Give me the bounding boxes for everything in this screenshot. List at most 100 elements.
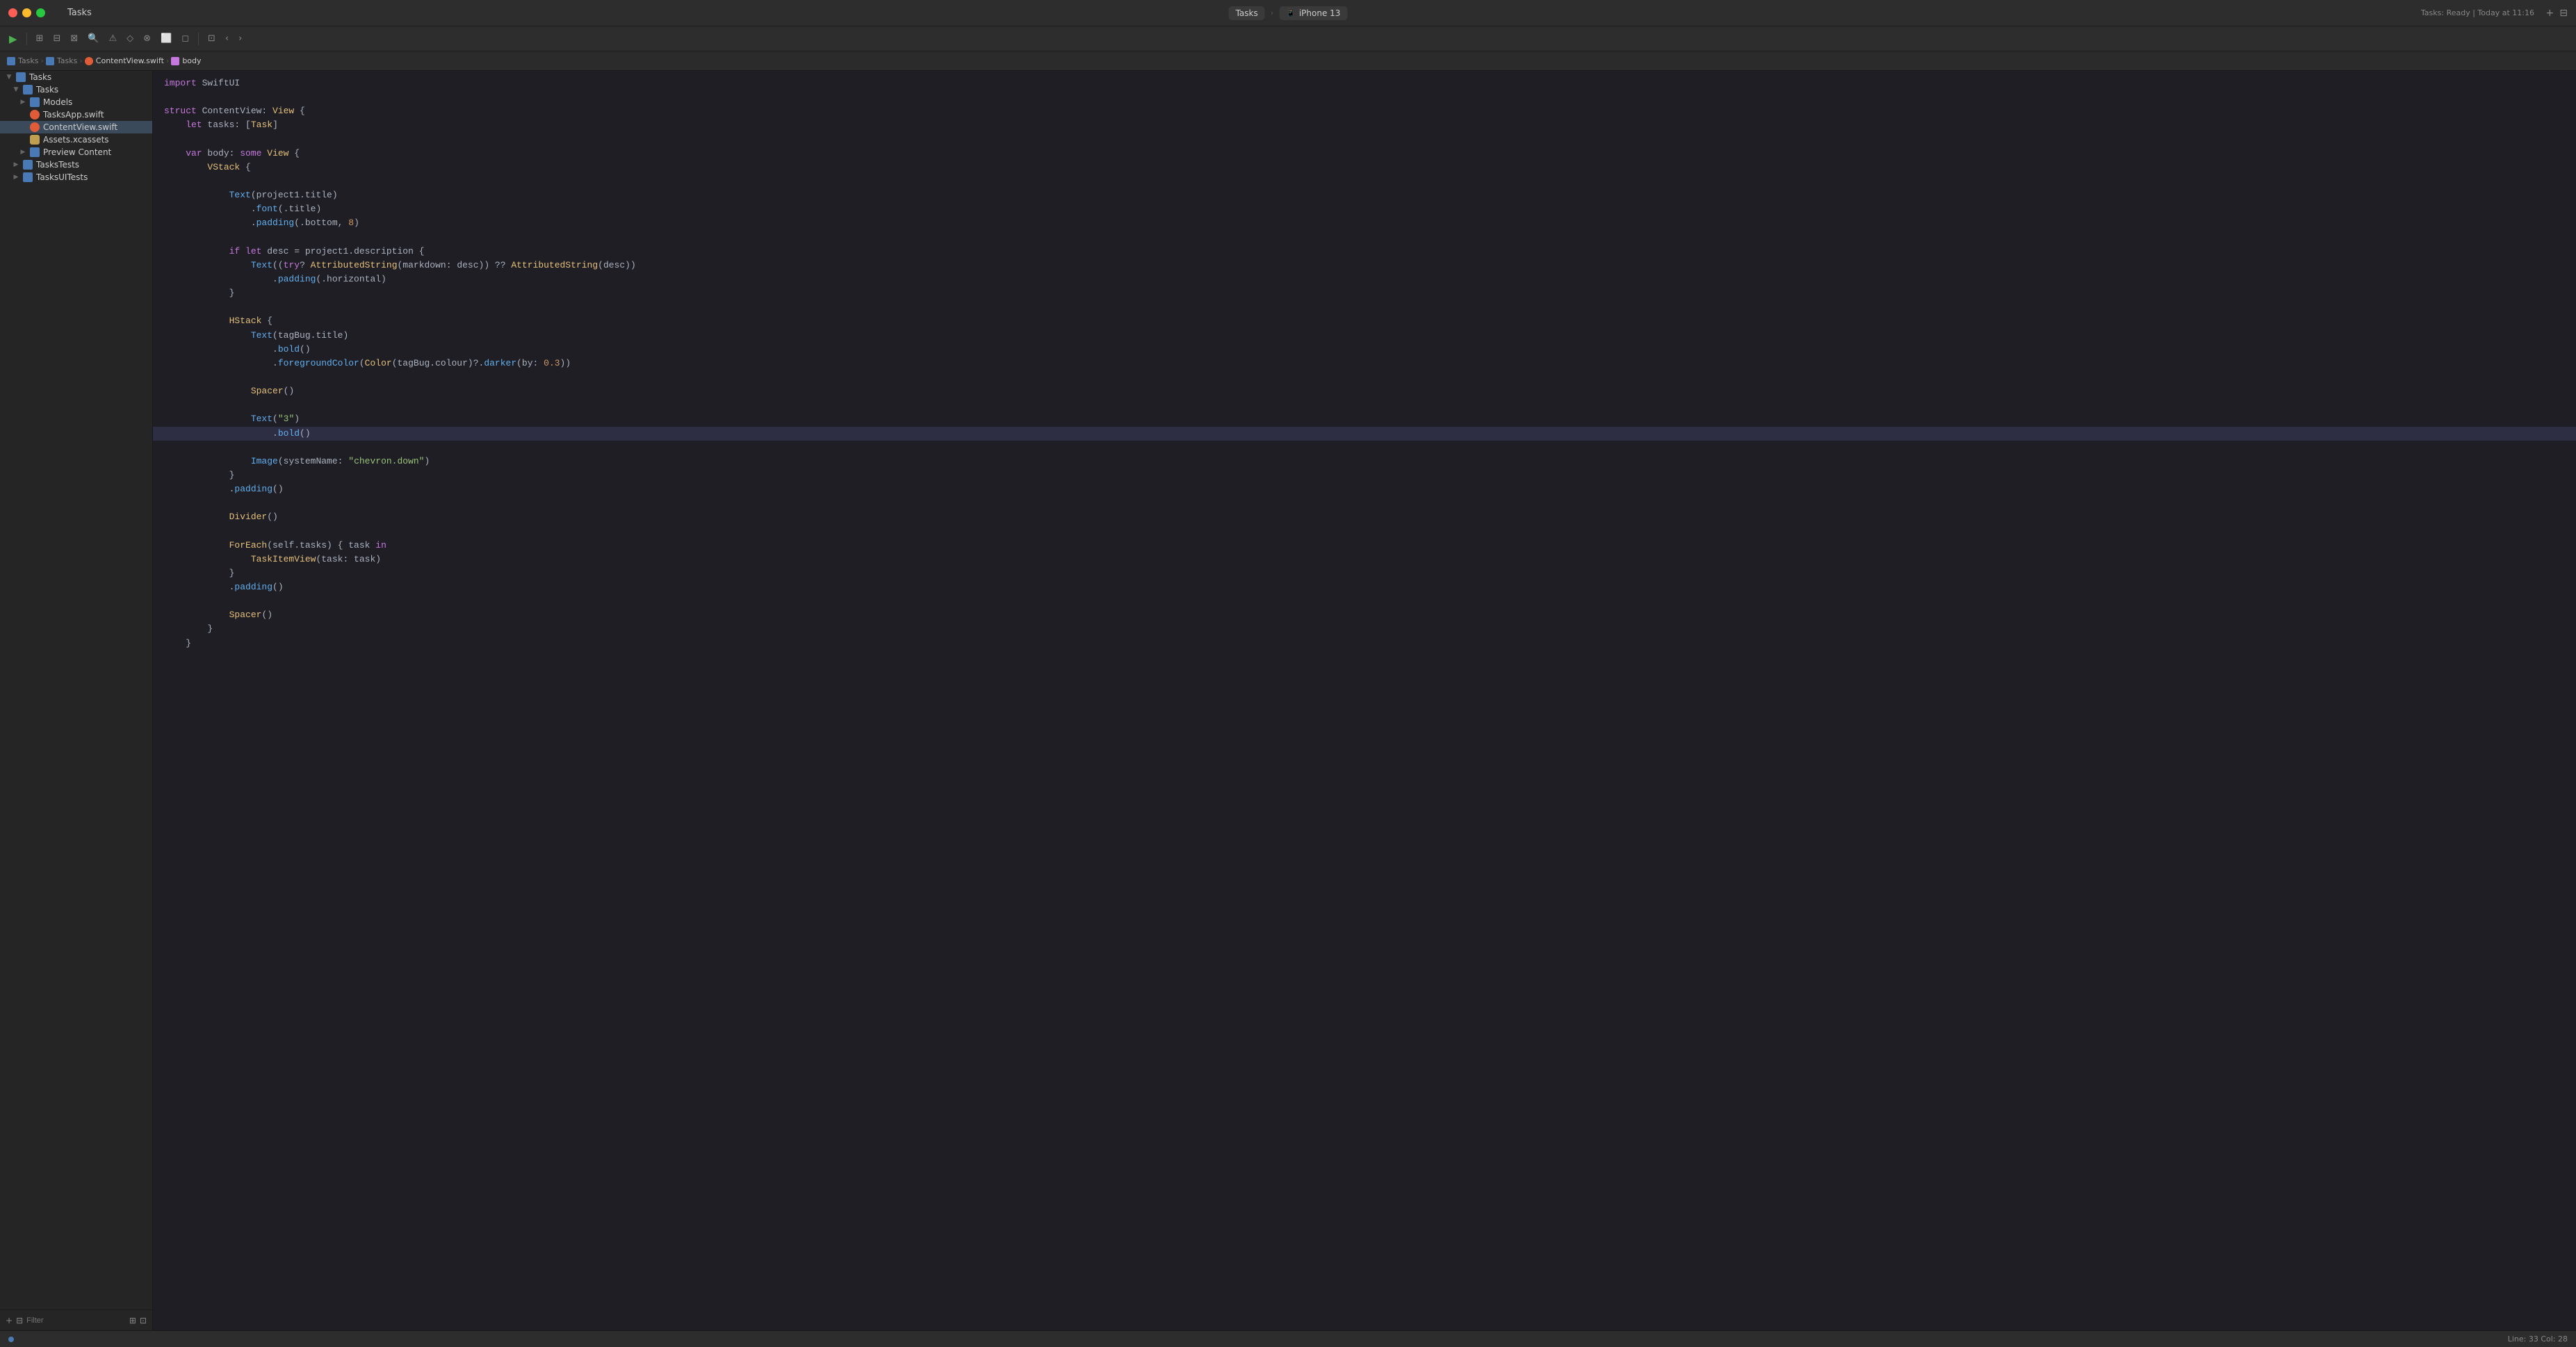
folder-icon bbox=[7, 57, 15, 65]
toolbar-icon-8[interactable]: ⬜ bbox=[157, 32, 175, 45]
code-token: (markdown: desc)) ?? bbox=[398, 259, 512, 272]
breadcrumb-label-0: Tasks bbox=[18, 56, 38, 65]
code-token: } bbox=[164, 566, 234, 580]
code-token: TaskItemView bbox=[251, 553, 316, 566]
expand-arrow-contentview bbox=[19, 124, 26, 131]
run-button[interactable]: ▶ bbox=[6, 31, 21, 47]
code-token: Text bbox=[251, 412, 272, 426]
code-token: . bbox=[164, 216, 256, 230]
toolbar-divider-2 bbox=[198, 33, 199, 45]
toolbar-icon-5[interactable]: ⚠ bbox=[105, 32, 120, 45]
code-token: ] bbox=[272, 118, 278, 132]
sidebar-item-models[interactable]: Models bbox=[0, 96, 152, 108]
tasks-tab-label: Tasks bbox=[1236, 8, 1258, 18]
code-token: let bbox=[245, 245, 261, 259]
expand-arrow-preview[interactable] bbox=[19, 149, 26, 156]
sidebar-item-tasksapp[interactable]: TasksApp.swift bbox=[0, 108, 152, 121]
toolbar-icon-7[interactable]: ⊗ bbox=[140, 32, 154, 45]
expand-arrow-root[interactable] bbox=[6, 74, 13, 81]
code-token bbox=[261, 147, 267, 161]
close-button[interactable] bbox=[8, 8, 17, 17]
code-token: if bbox=[229, 245, 241, 259]
sidebar-item-preview[interactable]: Preview Content bbox=[0, 146, 152, 158]
toolbar-icon-6[interactable]: ◇ bbox=[123, 32, 137, 45]
expand-arrow-group[interactable] bbox=[13, 86, 19, 93]
sidebar-item-taskstests[interactable]: TasksTests bbox=[0, 158, 152, 171]
code-token: padding bbox=[278, 272, 316, 286]
code-token: try bbox=[284, 259, 300, 272]
code-token: "3" bbox=[278, 412, 294, 426]
sidebar-item-tasks-group[interactable]: Tasks bbox=[0, 83, 152, 96]
code-token: . bbox=[164, 202, 256, 216]
code-token: (( bbox=[272, 259, 284, 272]
breadcrumb-label-2: ContentView.swift bbox=[96, 56, 164, 65]
expand-arrow-testui[interactable] bbox=[13, 174, 19, 181]
code-token bbox=[164, 510, 229, 524]
toolbar: ▶ ⊞ ⊟ ⊠ 🔍 ⚠ ◇ ⊗ ⬜ ◻ ⊡ ‹ › bbox=[0, 26, 2576, 51]
code-line bbox=[153, 398, 2576, 412]
code-line: Spacer() bbox=[153, 384, 2576, 398]
simulator-tab[interactable]: 📱 iPhone 13 bbox=[1279, 6, 1347, 20]
code-token: (tagBug.title) bbox=[272, 329, 348, 343]
nav-back-button[interactable]: ‹ bbox=[222, 32, 232, 45]
filter-icon-1[interactable]: ⊞ bbox=[129, 1316, 136, 1325]
code-token: () bbox=[300, 343, 311, 357]
sidebar-item-taskstestui[interactable]: TasksUITests bbox=[0, 171, 152, 183]
minimize-button[interactable] bbox=[22, 8, 31, 17]
toolbar-icon-editor[interactable]: ⊡ bbox=[204, 32, 219, 45]
code-token: tasks: [ bbox=[202, 118, 251, 132]
code-line: VStack { bbox=[153, 161, 2576, 174]
expand-arrow-tests[interactable] bbox=[13, 161, 19, 168]
expand-arrow-models[interactable] bbox=[19, 99, 26, 106]
plus-icon[interactable]: + bbox=[6, 1316, 13, 1325]
code-token: desc = project1.description { bbox=[261, 245, 424, 259]
breadcrumb-item-1[interactable]: Tasks bbox=[46, 56, 77, 65]
code-area[interactable]: import SwiftUI struct ContentView: View … bbox=[153, 71, 2576, 1330]
breadcrumb-item-0[interactable]: Tasks bbox=[7, 56, 38, 65]
code-line: let tasks: [Task] bbox=[153, 118, 2576, 132]
code-token: ) bbox=[294, 412, 300, 426]
sidebar-item-tasks-root[interactable]: Tasks bbox=[0, 71, 152, 83]
code-line: } bbox=[153, 566, 2576, 580]
code-token: . bbox=[164, 343, 278, 357]
code-token: { bbox=[294, 104, 305, 118]
sidebar: Tasks Tasks Models TasksApp.swift Conten… bbox=[0, 71, 153, 1330]
code-token: (.title) bbox=[278, 202, 321, 216]
tab-tasks[interactable]: Tasks bbox=[1229, 6, 1265, 20]
maximize-button[interactable] bbox=[36, 8, 45, 17]
code-token bbox=[240, 245, 245, 259]
toolbar-divider-1 bbox=[26, 33, 27, 45]
code-token: padding bbox=[234, 580, 272, 594]
editor[interactable]: import SwiftUI struct ContentView: View … bbox=[153, 71, 2576, 1330]
breadcrumb-item-2[interactable]: ContentView.swift bbox=[85, 56, 164, 65]
toolbar-icon-3[interactable]: ⊠ bbox=[67, 32, 81, 45]
code-token: ( bbox=[272, 412, 278, 426]
code-token: . bbox=[164, 272, 278, 286]
code-token: . bbox=[164, 357, 278, 370]
code-token: VStack bbox=[207, 161, 240, 174]
code-token: (.bottom, bbox=[294, 216, 348, 230]
code-token: . bbox=[164, 427, 278, 441]
sidebar-item-contentview[interactable]: ContentView.swift bbox=[0, 121, 152, 133]
code-token: ) bbox=[354, 216, 359, 230]
toolbar-icon-4[interactable]: 🔍 bbox=[84, 32, 102, 45]
toolbar-icon-1[interactable]: ⊞ bbox=[33, 32, 47, 45]
code-token: 8 bbox=[348, 216, 354, 230]
filter-icon-2[interactable]: ⊡ bbox=[140, 1316, 147, 1325]
sidebar-item-assets[interactable]: Assets.xcassets bbox=[0, 133, 152, 146]
toolbar-icon-9[interactable]: ◻ bbox=[178, 32, 193, 45]
filter-input[interactable] bbox=[26, 1316, 126, 1325]
swift-icon bbox=[85, 57, 93, 65]
add-tab-button[interactable]: + bbox=[2546, 8, 2554, 19]
toolbar-icon-2[interactable]: ⊟ bbox=[49, 32, 64, 45]
code-token: import bbox=[164, 76, 197, 90]
code-token: bold bbox=[278, 343, 300, 357]
app-name: Tasks bbox=[67, 8, 92, 18]
split-view-button[interactable]: ⊟ bbox=[2559, 8, 2568, 19]
breadcrumb-item-3[interactable]: body bbox=[171, 56, 201, 65]
layout-icon[interactable]: ⊟ bbox=[16, 1316, 23, 1325]
code-line bbox=[153, 370, 2576, 384]
breadcrumb-sep-2: › bbox=[166, 56, 169, 65]
code-token bbox=[164, 384, 251, 398]
nav-fwd-button[interactable]: › bbox=[235, 32, 245, 45]
